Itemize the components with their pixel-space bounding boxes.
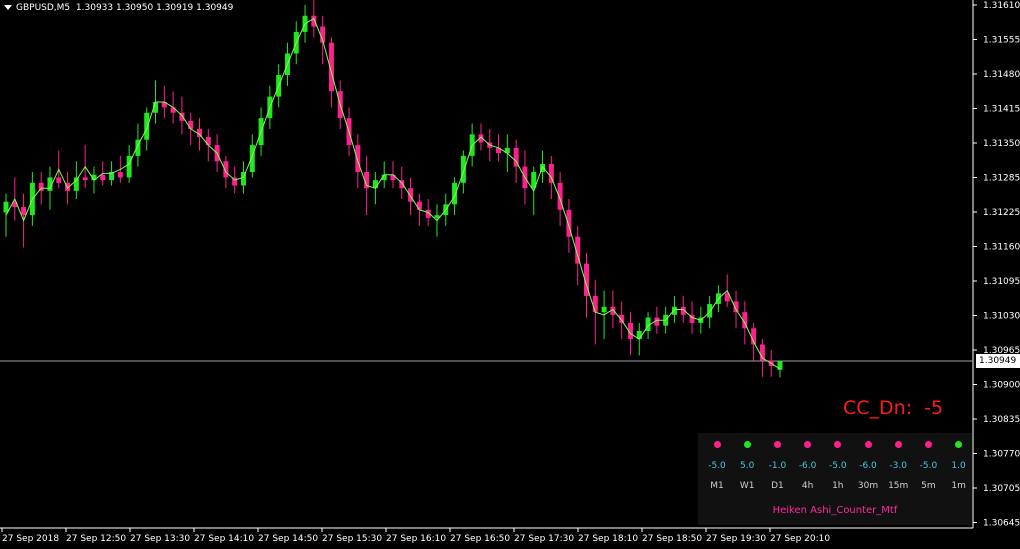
cc-counter-label: CC_Dn: -5 — [843, 397, 944, 419]
time-label: 27 Sep 13:30 — [130, 534, 190, 544]
tf-status-dot-icon — [773, 441, 781, 448]
price-tick-label: 1.30770 — [983, 450, 1020, 460]
price-tick-label: 1.31285 — [983, 174, 1020, 184]
tf-label: 1h — [832, 481, 844, 491]
price-tick-label: 1.31030 — [983, 312, 1020, 322]
tf-value: 1.0 — [951, 461, 966, 471]
tf-status-dot-icon — [864, 441, 872, 448]
time-label: 27 Sep 16:50 — [450, 534, 510, 544]
candle-bear — [548, 163, 554, 183]
dropdown-triangle-icon[interactable] — [4, 5, 12, 10]
time-label: 27 Sep 19:30 — [706, 534, 766, 544]
tf-label: 1m — [951, 481, 966, 491]
candle-bull — [452, 182, 458, 205]
price-tick-label: 1.30645 — [983, 519, 1020, 529]
candle-bear — [188, 120, 194, 129]
candle-bear — [619, 314, 625, 323]
price-tick-label: 1.31480 — [983, 70, 1020, 80]
candle-bear — [170, 107, 176, 113]
time-label: 27 Sep 17:30 — [514, 534, 574, 544]
candle-bear — [592, 295, 598, 313]
price-tick-label: 1.30705 — [983, 484, 1020, 494]
tf-value: -6.0 — [859, 461, 877, 471]
tf-value: -5.0 — [919, 461, 938, 471]
price-tick-label: 1.31160 — [983, 243, 1020, 253]
candle-bear — [416, 201, 422, 210]
candle-bear — [355, 145, 361, 173]
chart-header: GBPUSD,M5 1.30933 1.30950 1.30919 1.3094… — [4, 3, 233, 13]
tf-label: M1 — [710, 481, 724, 491]
tf-status-dot-icon — [804, 441, 812, 448]
tf-status-dot-icon — [955, 441, 963, 448]
price-tick-label: 1.31095 — [983, 277, 1020, 287]
candle-bear — [21, 207, 27, 216]
candle-bull — [249, 145, 255, 173]
price-tick-label: 1.31610 — [983, 1, 1020, 11]
candle-bull — [601, 306, 607, 313]
tf-value: -5.0 — [829, 461, 847, 471]
time-label: 27 Sep 18:10 — [578, 534, 638, 544]
tf-value: -5.0 — [708, 461, 726, 471]
candle-bull — [372, 180, 378, 189]
tf-label: 4h — [801, 481, 814, 491]
time-label: 27 Sep 18:50 — [642, 534, 702, 544]
candle-bull — [707, 304, 713, 318]
time-label: 27 Sep 14:10 — [194, 534, 254, 544]
tf-value: -3.0 — [889, 461, 907, 471]
tf-value: 5.0 — [740, 461, 755, 471]
time-label: 27 Sep 15:30 — [322, 534, 382, 544]
tf-status-dot-icon — [894, 441, 902, 448]
current-price-tag: 1.30949 — [976, 354, 1020, 368]
tf-label: 30m — [857, 481, 879, 491]
tf-status-dot-icon — [924, 441, 932, 448]
tf-status-dot-icon — [713, 441, 721, 448]
price-tick-label: 1.30835 — [983, 415, 1020, 425]
candle-bear — [100, 174, 106, 181]
time-label: 27 Sep 2018 — [2, 534, 59, 544]
price-tick-label: 1.31415 — [983, 105, 1020, 115]
indicator-title: Heiken Ashi_Counter_Mtf — [772, 505, 898, 516]
tf-label: D1 — [771, 481, 784, 491]
candle-bear — [205, 137, 211, 146]
candle-bear — [390, 174, 396, 181]
tf-status-dot-icon — [743, 441, 751, 448]
tf-status-dot-icon — [834, 441, 842, 448]
time-label: 27 Sep 12:50 — [66, 534, 126, 544]
tf-label: 5m — [921, 481, 936, 491]
candle-bear — [311, 15, 317, 27]
tf-value: -1.0 — [768, 461, 787, 471]
candle-bear — [117, 172, 123, 178]
price-tick-label: 1.31555 — [983, 36, 1020, 46]
ohlc-label: 1.30933 1.30950 1.30919 1.30949 — [75, 3, 234, 13]
time-label: 27 Sep 16:10 — [386, 534, 446, 544]
tf-label: 15m — [888, 481, 909, 491]
mtf-indicator-panel: Heiken Ashi_Counter_Mtf -5.0 M1 5.0 W1 -1.0 D… — [698, 433, 972, 525]
tf-value: -6.0 — [798, 461, 817, 471]
symbol-label: GBPUSD,M5 — [16, 3, 71, 13]
candle-bear — [82, 177, 88, 181]
candle-bear — [56, 177, 62, 183]
candle-bull — [144, 112, 150, 140]
price-tick-label: 1.31350 — [983, 139, 1020, 149]
tf-label: W1 — [739, 481, 755, 491]
candle-bull — [3, 201, 9, 213]
time-label: 27 Sep 14:50 — [258, 534, 318, 544]
candle-bull — [671, 306, 677, 315]
price-tick-label: 1.30900 — [983, 381, 1020, 391]
time-label: 27 Sep 20:10 — [770, 534, 830, 544]
candle-bull — [434, 215, 440, 218]
candle-bull — [460, 155, 466, 183]
price-tick-label: 1.31225 — [983, 208, 1020, 218]
